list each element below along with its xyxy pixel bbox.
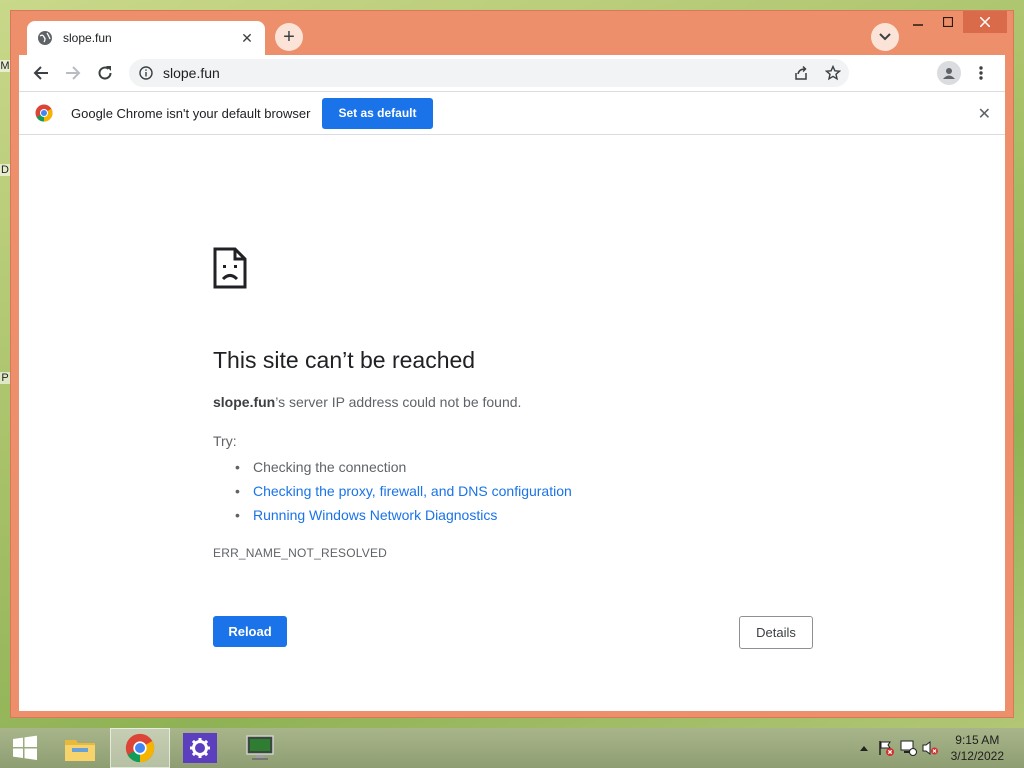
chrome-icon: [125, 733, 155, 763]
infobar-message: Google Chrome isn't your default browser: [71, 105, 311, 121]
new-tab-button[interactable]: +: [275, 23, 303, 51]
show-hidden-icons-button[interactable]: [853, 738, 875, 758]
maximize-icon: [943, 17, 953, 27]
arrow-right-icon: [66, 66, 81, 80]
network-icon: [900, 740, 917, 756]
suggestion-check-proxy-link[interactable]: Checking the proxy, firewall, and DNS co…: [235, 479, 572, 503]
taskbar-settings[interactable]: [170, 728, 230, 768]
reload-button[interactable]: Reload: [213, 616, 287, 647]
suggestion-network-diagnostics-link[interactable]: Running Windows Network Diagnostics: [235, 503, 572, 527]
error-page: This site can’t be reached slope.fun’s s…: [19, 135, 1005, 711]
desktop-icon-sliver-2[interactable]: D: [0, 164, 10, 176]
minimize-button[interactable]: [903, 11, 933, 33]
desktop-icon-sliver-1[interactable]: M: [0, 60, 10, 72]
error-code: ERR_NAME_NOT_RESOLVED: [213, 546, 388, 560]
flag-alert-icon: [878, 741, 894, 756]
avatar: [937, 61, 961, 85]
person-icon: [943, 68, 955, 79]
speaker-muted-icon: [922, 741, 938, 755]
back-button[interactable]: [25, 57, 57, 89]
toolbar-right: [933, 57, 997, 89]
share-icon[interactable]: [793, 65, 809, 81]
star-icon[interactable]: [825, 65, 841, 81]
gear-icon: [190, 738, 210, 758]
error-title: This site can’t be reached: [213, 347, 476, 373]
clock[interactable]: 9:15 AM 3/12/2022: [951, 732, 1004, 764]
system-tray: 9:15 AM 3/12/2022: [853, 728, 1024, 768]
chevron-down-icon: [879, 33, 891, 41]
globe-icon: [38, 31, 52, 45]
folder-icon: [65, 740, 95, 761]
windows-logo-icon: [13, 735, 37, 760]
forward-button[interactable]: [57, 57, 89, 89]
close-window-button[interactable]: [963, 11, 1007, 33]
reload-toolbar-button[interactable]: [89, 57, 121, 89]
taskbar: 9:15 AM 3/12/2022: [0, 728, 1024, 768]
taskbar-file-explorer[interactable]: [50, 728, 110, 768]
address-bar[interactable]: slope.fun: [129, 59, 849, 87]
tab-title: slope.fun: [63, 31, 112, 45]
set-as-default-button[interactable]: Set as default: [322, 97, 433, 129]
action-center-icon[interactable]: [875, 738, 897, 758]
chrome-window: slope.fun ✕ + slope.fun Google Chrome is…: [10, 10, 1014, 718]
browser-tab[interactable]: slope.fun ✕: [27, 21, 265, 55]
clock-time: 9:15 AM: [955, 733, 1000, 747]
sad-document-icon: [213, 247, 247, 289]
arrow-left-icon: [33, 66, 48, 80]
info-icon[interactable]: [139, 66, 153, 80]
tab-search-button[interactable]: [871, 23, 899, 51]
taskbar-network-app[interactable]: [230, 728, 290, 768]
refresh-icon: [98, 66, 112, 80]
more-vert-icon: [979, 66, 983, 80]
minimize-icon: [913, 24, 923, 26]
error-description: slope.fun’s server IP address could not …: [213, 394, 521, 410]
tab-close-button[interactable]: ✕: [239, 30, 255, 47]
volume-icon[interactable]: [919, 738, 941, 758]
try-label: Try:: [213, 433, 237, 449]
infobar-close-button[interactable]: ✕: [978, 104, 991, 124]
settings-tile: [183, 733, 217, 763]
chevron-up-icon: [859, 746, 868, 751]
network-status-icon[interactable]: [897, 738, 919, 758]
suggestions-list: Checking the connection Checking the pro…: [235, 455, 572, 527]
clock-date: 3/12/2022: [950, 749, 1004, 763]
url-text[interactable]: slope.fun: [163, 65, 220, 81]
chrome-logo-icon: [35, 104, 53, 122]
default-browser-infobar: Google Chrome isn't your default browser…: [19, 91, 1005, 135]
details-button[interactable]: Details: [739, 616, 813, 649]
suggestion-check-connection: Checking the connection: [235, 455, 572, 479]
maximize-button[interactable]: [933, 11, 963, 33]
browser-toolbar: slope.fun: [19, 55, 1005, 91]
error-domain: slope.fun: [213, 394, 276, 410]
desktop-icon-sliver-3[interactable]: P: [0, 372, 10, 384]
monitor-icon: [246, 735, 274, 760]
window-controls: [903, 11, 1007, 35]
taskbar-chrome[interactable]: [110, 728, 170, 768]
start-button[interactable]: [0, 728, 50, 768]
menu-button[interactable]: [965, 57, 997, 89]
close-icon: [980, 17, 990, 27]
error-description-text: ’s server IP address could not be found.: [275, 394, 522, 410]
profile-button[interactable]: [933, 57, 965, 89]
